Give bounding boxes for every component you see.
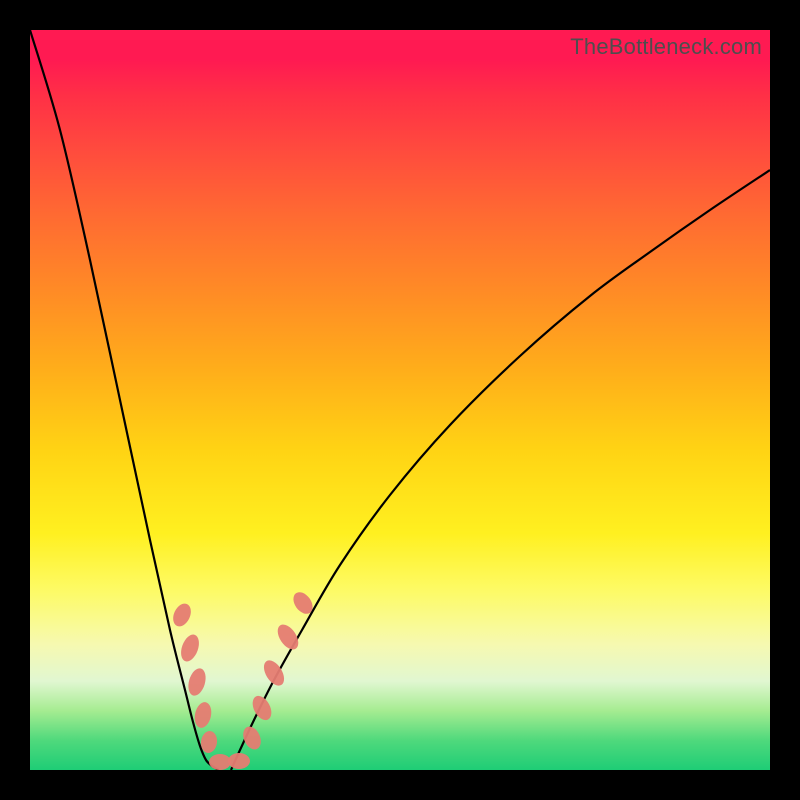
curve-layer bbox=[30, 30, 770, 770]
watermark-label: TheBottleneck.com bbox=[570, 34, 762, 60]
right-curve bbox=[231, 170, 770, 770]
marker-dot bbox=[178, 632, 203, 664]
marker-dot bbox=[249, 693, 275, 723]
marker-dot bbox=[192, 701, 213, 730]
marker-dot bbox=[228, 753, 250, 769]
marker-dot bbox=[240, 724, 264, 752]
plot-frame: TheBottleneck.com bbox=[30, 30, 770, 770]
marker-dot bbox=[209, 754, 231, 770]
marker-dot bbox=[170, 601, 195, 630]
marker-dot bbox=[185, 666, 208, 697]
